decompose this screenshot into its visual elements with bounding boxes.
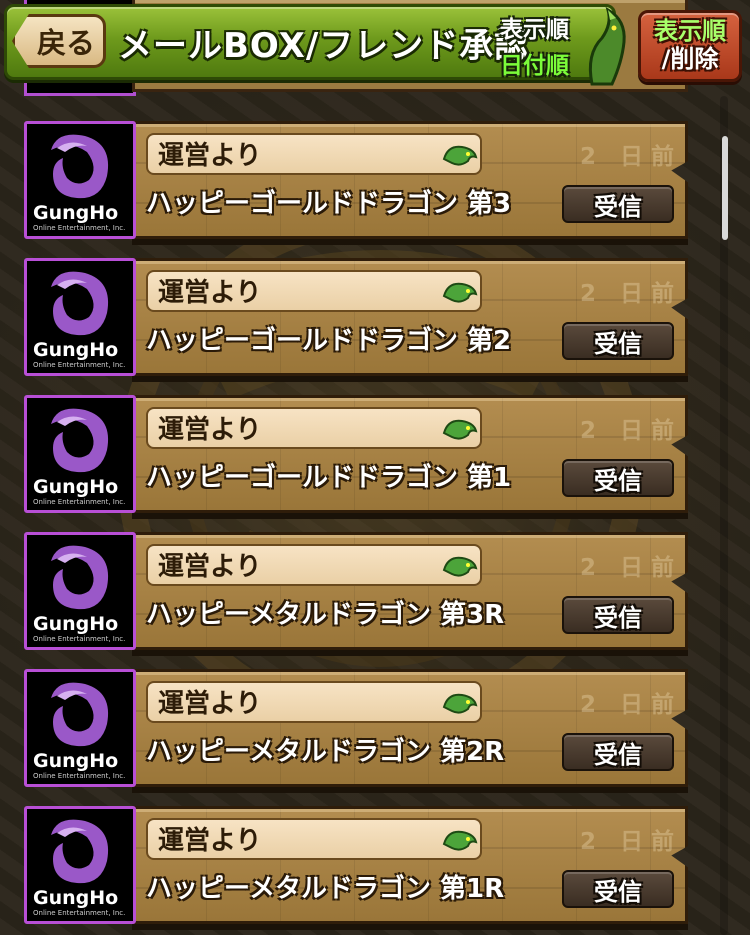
mail-sender: 運営より <box>158 141 262 171</box>
receive-button[interactable]: 受信 <box>562 459 674 497</box>
mail-days-ago: 2 日前 <box>580 692 683 718</box>
sort-order-label: 表示順 <box>500 17 569 43</box>
dragon-icon <box>442 556 478 577</box>
mail-subject: ハッピーメタルドラゴン 第1R <box>146 874 505 904</box>
gungho-logo-icon: GungHo Online Entertainment, Inc. <box>24 532 136 650</box>
mail-days-ago: 2 日前 <box>580 418 683 444</box>
dragon-icon <box>442 693 478 714</box>
header-bar: 戻る メールBOX/フレンド承認 表示順 日付順 表示順 /削除 <box>0 0 750 90</box>
gungho-logo-icon: GungHo Online Entertainment, Inc. <box>24 669 136 787</box>
logo-text: GungHo <box>33 613 119 635</box>
dragon-icon <box>442 419 478 440</box>
gungho-logo-icon: GungHo Online Entertainment, Inc. <box>24 395 136 513</box>
back-button[interactable]: 戻る <box>12 14 106 68</box>
logo-text: GungHo <box>33 476 119 498</box>
logo-subtext: Online Entertainment, Inc. <box>33 498 126 506</box>
gungho-logo-icon: GungHo Online Entertainment, Inc. <box>24 121 136 239</box>
logo-text: GungHo <box>33 202 119 224</box>
logo-text: GungHo <box>33 887 119 909</box>
receive-button[interactable]: 受信 <box>562 596 674 634</box>
dragon-icon <box>442 145 478 166</box>
mail-subject: ハッピーゴールドドラゴン 第3 <box>146 189 512 219</box>
gungho-logo-icon: GungHo Online Entertainment, Inc. <box>24 258 136 376</box>
dragon-icon <box>442 282 478 303</box>
mail-sender: 運営より <box>158 415 262 445</box>
mail-row[interactable]: GungHo Online Entertainment, Inc. 運営より 2… <box>20 121 692 245</box>
mail-sender: 運営より <box>158 826 262 856</box>
logo-text: GungHo <box>33 750 119 772</box>
mail-row[interactable]: GungHo Online Entertainment, Inc. 運営より 2… <box>20 395 692 519</box>
mail-row[interactable]: GungHo Online Entertainment, Inc. 運営より 2… <box>20 669 692 793</box>
mail-subject: ハッピーゴールドドラゴン 第1 <box>146 463 512 493</box>
mail-subject: ハッピーメタルドラゴン 第3R <box>146 600 505 630</box>
mail-sender: 運営より <box>158 278 262 308</box>
logo-subtext: Online Entertainment, Inc. <box>33 361 126 369</box>
dragon-icon <box>588 6 626 86</box>
logo-subtext: Online Entertainment, Inc. <box>33 772 126 780</box>
logo-subtext: Online Entertainment, Inc. <box>33 224 126 232</box>
logo-text: GungHo <box>33 339 119 361</box>
mail-subject: ハッピーゴールドドラゴン 第2 <box>146 326 512 356</box>
receive-button[interactable]: 受信 <box>562 733 674 771</box>
mail-sender: 運営より <box>158 689 262 719</box>
mail-row[interactable]: GungHo Online Entertainment, Inc. 運営より 2… <box>20 532 692 656</box>
mail-row[interactable]: GungHo Online Entertainment, Inc. 運営より 2… <box>20 806 692 930</box>
mail-days-ago: 2 日前 <box>580 144 683 170</box>
page-title: メールBOX/フレンド承認 <box>118 26 530 66</box>
mail-subject: ハッピーメタルドラゴン 第2R <box>146 737 505 767</box>
sort-order-value[interactable]: 日付順 <box>500 46 569 80</box>
logo-subtext: Online Entertainment, Inc. <box>33 635 126 643</box>
gungho-logo-icon: GungHo Online Entertainment, Inc. <box>24 806 136 924</box>
mail-sender: 運営より <box>158 552 262 582</box>
mail-days-ago: 2 日前 <box>580 555 683 581</box>
receive-button[interactable]: 受信 <box>562 322 674 360</box>
mail-days-ago: 2 日前 <box>580 829 683 855</box>
mail-row[interactable]: GungHo Online Entertainment, Inc. 運営より 2… <box>20 258 692 382</box>
mail-days-ago: 2 日前 <box>580 281 683 307</box>
scrollbar-thumb[interactable] <box>722 136 728 240</box>
dragon-icon <box>442 830 478 851</box>
logo-subtext: Online Entertainment, Inc. <box>33 909 126 917</box>
sort-delete-button[interactable]: 表示順 /削除 <box>638 10 742 82</box>
receive-button[interactable]: 受信 <box>562 870 674 908</box>
receive-button[interactable]: 受信 <box>562 185 674 223</box>
mail-list: GungHo Online Entertainment, Inc. 運営より 2… <box>0 0 750 935</box>
